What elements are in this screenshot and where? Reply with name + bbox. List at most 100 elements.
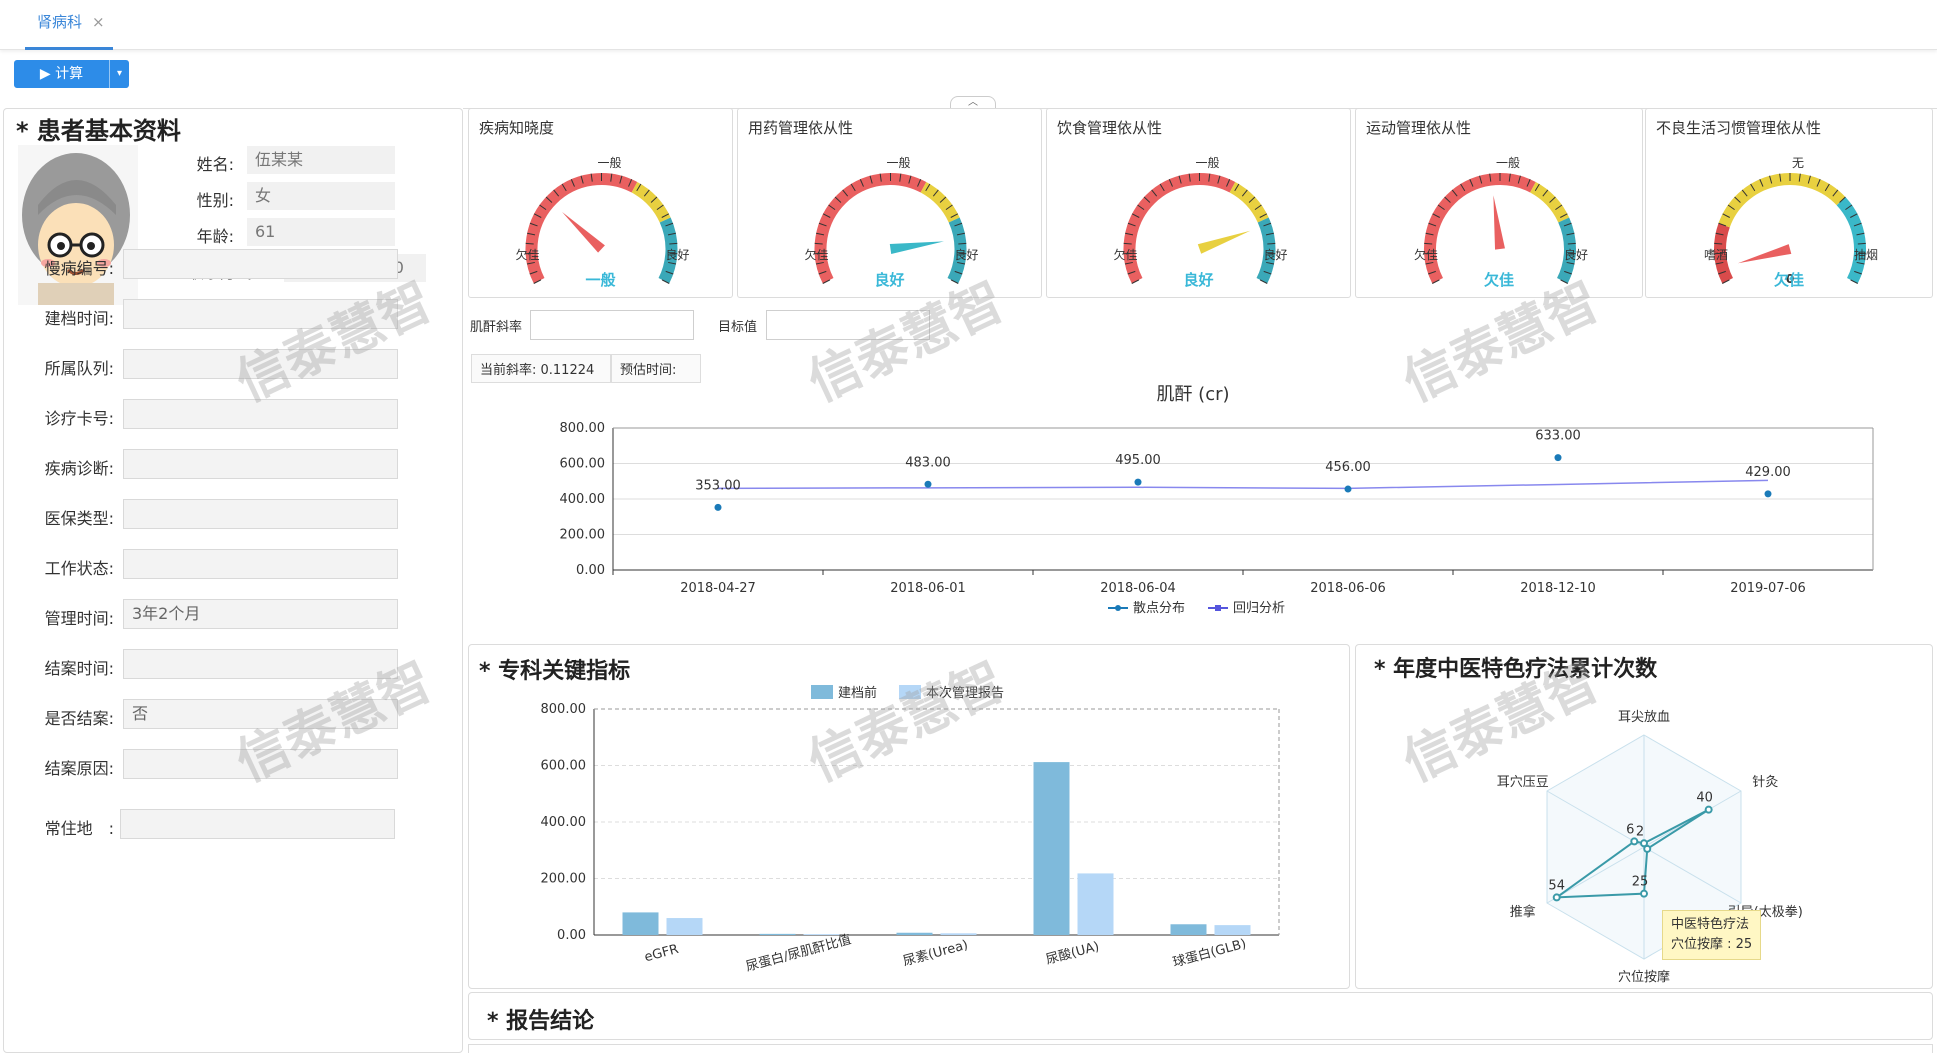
field-input[interactable]	[120, 809, 395, 839]
chart-title: 肌酐 (cr)	[1156, 384, 1229, 405]
gender-label: 性别:	[196, 191, 234, 210]
scatter-point	[1764, 490, 1772, 498]
gauge-dial: 一般欠佳 良好	[1414, 155, 1588, 284]
bar[interactable]	[803, 934, 840, 935]
gauge-dial: 一般欠佳 良好	[1113, 155, 1288, 284]
field-input[interactable]	[123, 399, 398, 429]
gauge-right-label: 良好	[1564, 247, 1588, 262]
gauge-tick	[1567, 242, 1576, 245]
scatter-point	[714, 503, 722, 511]
field-input[interactable]	[123, 499, 398, 529]
y-tick-label: 400.00	[541, 815, 587, 830]
radar-value-label: 25	[1632, 875, 1649, 890]
report-title: * 报告结论	[487, 1009, 595, 1034]
x-tick-label: 尿素(Urea)	[901, 938, 969, 970]
bar[interactable]	[896, 932, 933, 935]
x-tick-label: 2018-06-01	[890, 581, 966, 596]
gauge-tick	[1267, 242, 1276, 245]
gender-value: 女	[247, 182, 395, 210]
tooltip-value: 穴位按摩 : 25	[1671, 937, 1753, 952]
field-input[interactable]: 3年2个月	[123, 599, 398, 629]
legend-label[interactable]: 建档前	[838, 685, 877, 701]
gauge-arc	[814, 173, 927, 284]
y-tick-label: 800.00	[560, 421, 606, 436]
gauge-tick	[958, 242, 967, 245]
creatinine-panel: 肌酐斜率 目标值 当前斜率: 0.11224 预估时间: 肌酐 (cr) 0.00…	[468, 302, 1934, 642]
creatinine-chart: 肌酐 (cr) 0.00 200.00 400.00 600.00 800.00 2018-…	[560, 384, 1874, 616]
radar-value-label: 6	[1626, 822, 1634, 837]
target-input[interactable]	[766, 310, 930, 340]
radar-axis-label: 推拿	[1510, 904, 1536, 920]
x-tick-label: 2018-06-06	[1310, 581, 1386, 596]
close-icon[interactable]: ×	[92, 13, 105, 31]
bar[interactable]	[622, 912, 659, 935]
gauge-title: 疾病知晓度	[479, 119, 555, 137]
gauge-tick	[525, 242, 534, 245]
slope-input[interactable]	[530, 310, 694, 340]
name-value: 伍某某	[247, 146, 395, 174]
report-body	[468, 1044, 1933, 1053]
radar-point[interactable]	[1704, 805, 1713, 814]
gauge-tick	[1857, 242, 1866, 245]
radar-point[interactable]	[1552, 893, 1561, 902]
gauge-dial: 一般欠佳 良好	[804, 155, 979, 284]
bar[interactable]	[1077, 873, 1114, 935]
gauge-value: 良好	[874, 271, 905, 289]
radar-point[interactable]	[1630, 837, 1639, 846]
target-label: 目标值	[718, 320, 758, 335]
data-label: 483.00	[905, 455, 951, 470]
gauge-card: 疾病知晓度一般 欠佳 良好 一般	[468, 108, 733, 298]
patient-info-panel: * 患者基本资料 姓名: 伍某某 性别: 女 年龄: 61 联系方式: 1350…	[3, 108, 463, 1053]
scatter-point	[1344, 485, 1352, 493]
gauge-left-label: 欠佳	[515, 247, 539, 262]
calculate-button[interactable]: ▶ 计算 ▾	[14, 60, 129, 88]
bar[interactable]	[1033, 762, 1070, 935]
field-input[interactable]	[123, 299, 398, 329]
gauge-value: 一般	[585, 271, 616, 289]
data-label: 633.00	[1535, 429, 1581, 444]
field-input[interactable]	[123, 449, 398, 479]
data-label: 456.00	[1325, 460, 1371, 475]
chevron-down-icon[interactable]: ▾	[109, 60, 129, 88]
radar-value-label: 2	[1636, 824, 1644, 839]
slope-label: 肌酐斜率	[470, 320, 523, 335]
bar[interactable]	[666, 918, 703, 935]
field-input[interactable]	[123, 349, 398, 379]
gauge-arc	[920, 181, 960, 223]
field-label: 结案原因:	[44, 759, 114, 778]
x-tick-label: eGFR	[643, 942, 680, 965]
report-panel: * 报告结论	[468, 992, 1933, 1040]
gauge-top-label: 一般	[886, 155, 910, 170]
gauge-arc	[1229, 181, 1269, 223]
gauge-card: 饮食管理依从性 一般 欠佳 良好 良好	[1046, 108, 1351, 298]
gauge-dial: 一般欠佳 良好	[515, 155, 690, 284]
radar-point[interactable]	[1640, 889, 1648, 898]
field-label: 常住地 :	[44, 819, 114, 838]
tab-nephrology[interactable]: 肾病科 ×	[25, 0, 113, 50]
radar-point[interactable]	[1643, 844, 1652, 853]
radar-axis-label: 穴位按摩	[1618, 969, 1670, 985]
field-input[interactable]	[123, 249, 398, 279]
field-input[interactable]	[123, 549, 398, 579]
legend-scatter[interactable]: 散点分布	[1133, 601, 1185, 616]
field-input[interactable]: 否	[123, 699, 398, 729]
gauge-title: 用药管理依从性	[748, 119, 854, 137]
y-tick-label: 200.00	[541, 872, 587, 887]
gauge-top-label: 一般	[1195, 155, 1219, 170]
field-input[interactable]	[123, 649, 398, 679]
bar[interactable]	[1214, 925, 1251, 935]
bar[interactable]	[940, 933, 977, 935]
field-label: 工作状态:	[44, 559, 114, 578]
indicators-chart: 建档前 本次管理报告 0.00 200.00 400.00 600.00 800.00 eGF…	[541, 685, 1280, 975]
x-tick-label: 球蛋白(GLB)	[1171, 936, 1248, 971]
field-input[interactable]	[123, 749, 398, 779]
legend-swatch	[811, 685, 833, 699]
bar[interactable]	[1170, 924, 1207, 935]
gauge-tick	[669, 242, 678, 245]
bar[interactable]	[759, 933, 796, 935]
legend-label[interactable]: 本次管理报告	[926, 685, 1004, 701]
legend-regression[interactable]: 回归分析	[1233, 601, 1285, 616]
data-label: 495.00	[1115, 453, 1161, 468]
indicators-panel: * 专科关键指标 建档前 本次管理报告 0.00 200.00 400.00 600.00…	[468, 644, 1350, 989]
gauge-left-label: 欠佳	[1414, 247, 1438, 262]
